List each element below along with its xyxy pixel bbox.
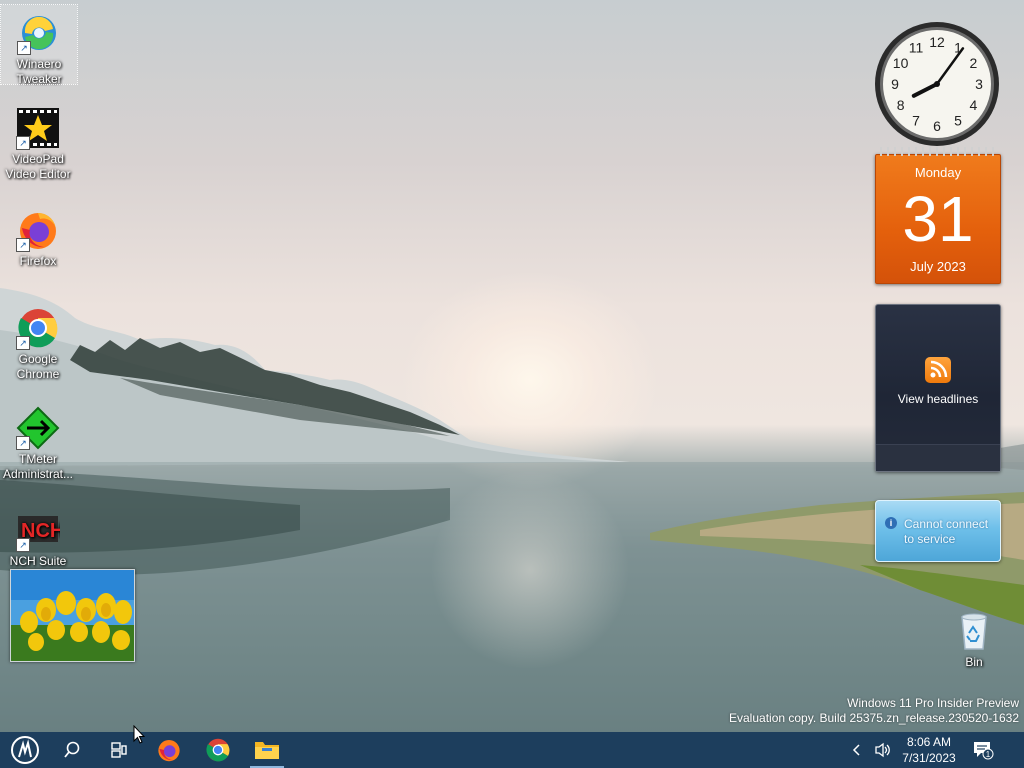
view-headlines-link[interactable]: View headlines <box>876 392 1000 406</box>
tulips-photo <box>11 570 134 661</box>
desktop-icon-google-chrome[interactable]: ↗ Google Chrome <box>0 300 76 382</box>
calendar-month-year: July 2023 <box>910 259 966 274</box>
clock-numeral: 10 <box>893 55 909 71</box>
show-hidden-icons-button[interactable] <box>846 732 868 768</box>
icon-label-line1: Winaero <box>16 57 62 71</box>
clock-numeral: 7 <box>912 112 920 128</box>
notification-count: 1 <box>986 750 991 759</box>
volume-button[interactable] <box>871 732 895 768</box>
desktop-icon-winaero-tweaker[interactable]: ↗ Winaero Tweaker <box>0 4 78 86</box>
shortcut-arrow-icon: ↗ <box>16 436 30 450</box>
task-view-icon <box>111 742 127 758</box>
notification-center-button[interactable]: 1 <box>968 732 998 768</box>
clock-numeral: 9 <box>891 76 899 92</box>
clock-numeral: 6 <box>933 118 941 134</box>
start-logo-icon <box>11 736 39 764</box>
desktop-icon-recycle-bin[interactable]: Bin <box>936 603 1012 670</box>
desktop-icon-videopad[interactable]: ↗ VideoPad Video Editor <box>0 100 76 182</box>
icon-label-line2: Administrat... <box>2 467 74 481</box>
taskbar-file-explorer[interactable] <box>244 732 290 768</box>
clock-button[interactable]: 8:06 AM 7/31/2023 <box>893 734 965 766</box>
weather-message-line2: to service <box>904 532 956 546</box>
weather-gadget[interactable]: i Cannot connect to service <box>875 500 1001 562</box>
desktop-icon-nch-suite[interactable]: NCH ↗ NCH Suite <box>0 502 76 569</box>
chrome-icon <box>206 738 230 762</box>
icon-label-line1: TMeter <box>18 452 57 466</box>
calendar-gadget[interactable]: Monday 31 July 2023 <box>875 144 1001 284</box>
windows-watermark: Windows 11 Pro Insider Preview Evaluatio… <box>729 696 1019 726</box>
icon-label-line2: Video Editor <box>5 167 71 181</box>
mouse-cursor-icon <box>133 725 145 744</box>
weather-message-line1: Cannot connect <box>904 517 989 531</box>
icon-label-line2: Chrome <box>16 367 60 381</box>
icon-label-line2: Tweaker <box>16 72 62 86</box>
chevron-left-icon <box>852 744 860 756</box>
videopad-icon: ↗ <box>16 106 60 150</box>
chrome-icon: ↗ <box>16 306 60 350</box>
icon-label-line1: VideoPad <box>12 152 64 166</box>
rss-icon <box>925 357 951 383</box>
desktop[interactable]: ↗ Winaero Tweaker ↗ VideoPad Video Edito… <box>0 0 1024 732</box>
watermark-edition: Windows 11 Pro Insider Preview <box>847 696 1019 710</box>
clock-numeral: 4 <box>970 97 978 113</box>
clock-numeral: 3 <box>975 76 983 92</box>
clock-gadget[interactable]: 12 1 2 3 4 5 6 7 8 9 10 11 <box>873 20 1001 148</box>
calendar-page: Monday 31 July 2023 <box>875 154 1001 284</box>
calendar-date: 31 <box>902 183 974 255</box>
watermark-build: Evaluation copy. Build 25375.zn_release.… <box>729 711 1019 725</box>
recycle-bin-icon <box>952 609 996 653</box>
weather-status-message: Cannot connect to service <box>904 517 998 547</box>
calendar-rings <box>880 147 994 156</box>
feed-headlines-gadget[interactable]: View headlines <box>875 304 1001 472</box>
desktop-icon-firefox[interactable]: ↗ Firefox <box>0 202 76 269</box>
clock-numeral: 5 <box>954 112 962 128</box>
shortcut-arrow-icon: ↗ <box>16 238 30 252</box>
shortcut-arrow-icon: ↗ <box>16 136 30 150</box>
winaero-tweaker-icon: ↗ <box>17 11 61 55</box>
analog-clock-face: 12 1234567891011 <box>875 22 999 146</box>
shortcut-arrow-icon: ↗ <box>16 336 30 350</box>
sun-reflection <box>430 470 630 670</box>
tmeter-icon: ↗ <box>16 406 60 450</box>
clock-numeral: 12 <box>929 34 945 50</box>
icon-label-line1: Firefox <box>19 254 57 268</box>
folder-icon <box>255 742 279 759</box>
shortcut-arrow-icon: ↗ <box>16 538 30 552</box>
search-button[interactable] <box>50 732 94 768</box>
clock-numeral: 2 <box>970 55 978 71</box>
taskbar-firefox[interactable] <box>146 732 192 768</box>
feed-footer <box>876 444 1000 471</box>
desktop-icon-tmeter[interactable]: ↗ TMeter Administrat... <box>0 400 76 482</box>
slideshow-gadget[interactable] <box>10 569 135 662</box>
firefox-icon <box>158 739 180 762</box>
icon-label-line1: NCH Suite <box>9 554 67 568</box>
search-icon <box>64 741 80 758</box>
clock-numeral: 8 <box>897 97 905 113</box>
taskbar: 8:06 AM 7/31/2023 1 <box>0 732 1024 768</box>
info-icon: i <box>885 517 897 529</box>
icon-label-line1: Google <box>18 352 58 366</box>
notification-icon: 1 <box>974 742 994 760</box>
calendar-day-name: Monday <box>914 165 962 180</box>
tray-date: 7/31/2023 <box>902 751 956 765</box>
start-button[interactable] <box>4 732 46 768</box>
icon-label-line1: Bin <box>965 655 983 669</box>
taskbar-chrome[interactable] <box>195 732 241 768</box>
nch-suite-icon: NCH ↗ <box>16 508 64 552</box>
speaker-icon <box>875 742 890 758</box>
firefox-icon: ↗ <box>16 208 60 252</box>
tray-time: 8:06 AM <box>906 735 952 749</box>
clock-numeral: 11 <box>909 40 924 56</box>
shortcut-arrow-icon: ↗ <box>17 41 31 55</box>
